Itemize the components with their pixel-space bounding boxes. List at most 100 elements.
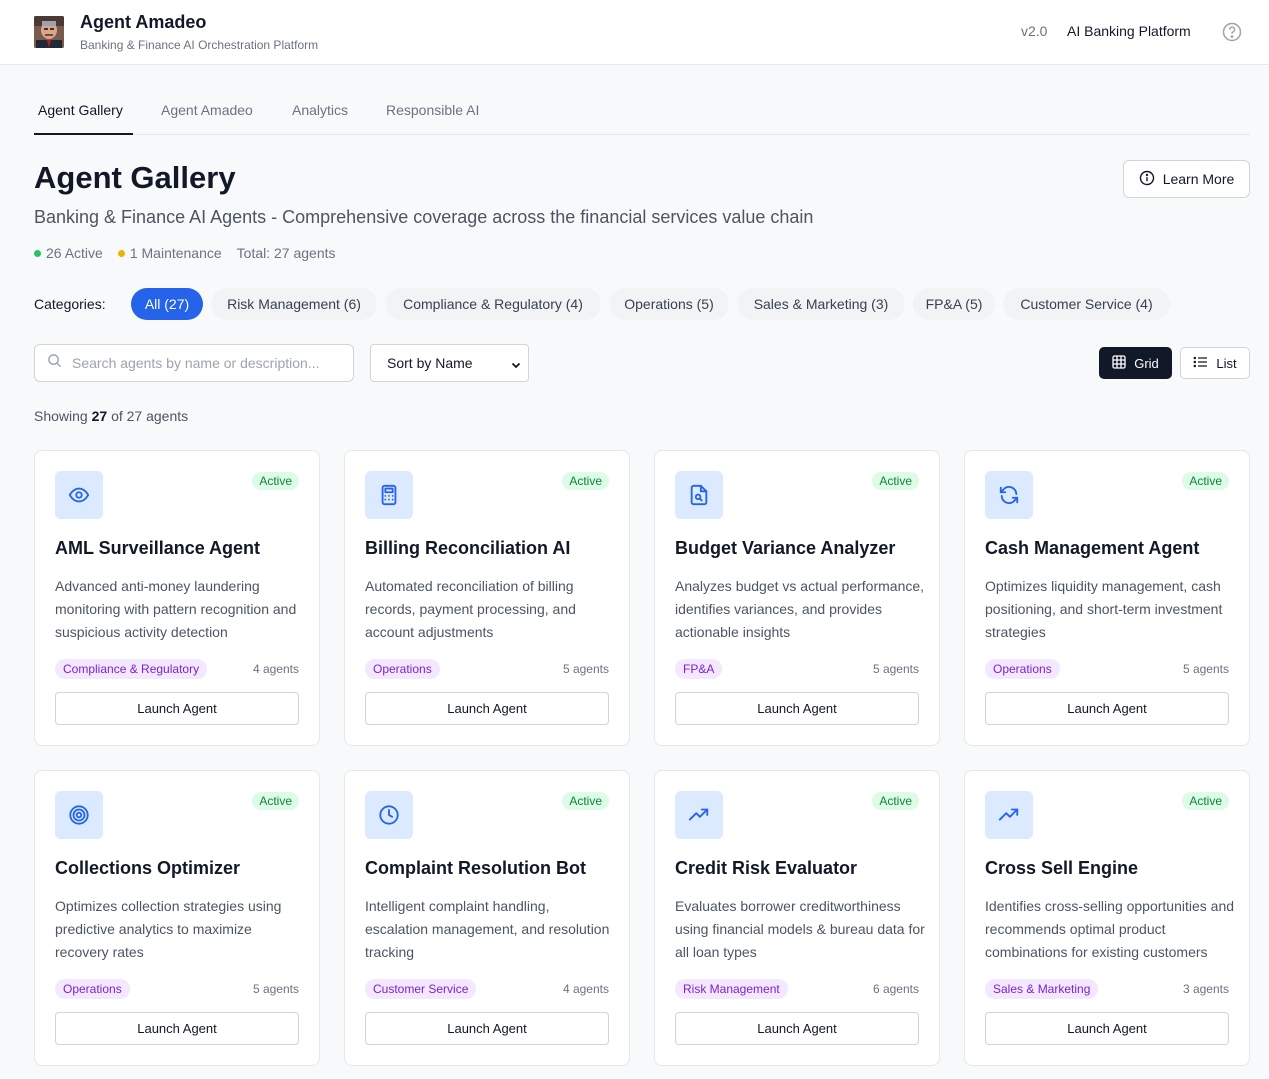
category-badge: Operations bbox=[55, 979, 130, 999]
launch-agent-button[interactable]: Launch Agent bbox=[365, 692, 609, 725]
agent-description: Intelligent complaint handling, escalati… bbox=[365, 898, 610, 960]
file-search-icon bbox=[675, 471, 723, 519]
grid-view-button[interactable]: Grid bbox=[1099, 347, 1172, 379]
avatar bbox=[34, 16, 64, 48]
agent-count: 6 agents bbox=[872, 982, 919, 996]
agent-count: 5 agents bbox=[1182, 662, 1229, 676]
agent-description: Identifies cross-selling opportunities a… bbox=[985, 898, 1235, 960]
status-badge: Active bbox=[562, 472, 609, 490]
launch-agent-button[interactable]: Launch Agent bbox=[55, 692, 299, 725]
agent-count: 4 agents bbox=[252, 662, 299, 676]
status-badge: Active bbox=[872, 792, 919, 810]
target-icon bbox=[55, 791, 103, 839]
agent-name: Complaint Resolution Bot bbox=[365, 858, 586, 878]
agent-description: Advanced anti-money laundering monitorin… bbox=[55, 578, 297, 640]
platform-label: AI Banking Platform bbox=[1067, 23, 1191, 39]
agent-name: Budget Variance Analyzer bbox=[675, 538, 896, 558]
agent-name: Collections Optimizer bbox=[55, 858, 241, 878]
agent-name: Cash Management Agent bbox=[985, 538, 1200, 558]
launch-agent-button[interactable]: Launch Agent bbox=[985, 1012, 1229, 1045]
launch-agent-button[interactable]: Launch Agent bbox=[55, 1012, 299, 1045]
agent-description: Evaluates borrower creditworthiness usin… bbox=[675, 898, 925, 960]
category-chip-fpa[interactable]: FP&A (5) bbox=[913, 288, 995, 320]
category-badge: Compliance & Regulatory bbox=[55, 659, 208, 679]
status-badge: Active bbox=[872, 472, 919, 490]
active-count: 26 Active bbox=[46, 245, 103, 261]
agent-card: Active Collections Optimizer Optimizes c… bbox=[34, 770, 320, 1066]
trending-up-icon bbox=[985, 791, 1033, 839]
info-icon bbox=[1139, 170, 1155, 189]
category-chip-all[interactable]: All (27) bbox=[131, 288, 203, 320]
agent-card: Active Budget Variance Analyzer Analyzes… bbox=[654, 450, 940, 746]
status-badge: Active bbox=[252, 472, 299, 490]
tab-responsible-ai[interactable]: Responsible AI bbox=[386, 102, 479, 135]
agent-stats: 26 Active 1 Maintenance Total: 27 agents bbox=[34, 245, 336, 261]
showing-suffix: of 27 agents bbox=[111, 408, 189, 424]
list-view-label: List bbox=[1216, 355, 1237, 371]
active-stat: 26 Active bbox=[34, 245, 103, 261]
agent-name: AML Surveillance Agent bbox=[55, 538, 261, 558]
search-input[interactable] bbox=[72, 355, 332, 371]
clock-icon bbox=[365, 791, 413, 839]
category-badge: Operations bbox=[985, 659, 1060, 679]
agent-description: Optimizes collection strategies using pr… bbox=[55, 898, 282, 960]
status-badge: Active bbox=[1182, 472, 1229, 490]
agent-card: Active Billing Reconciliation AI Automat… bbox=[344, 450, 630, 746]
categories-label: Categories: bbox=[34, 296, 106, 312]
category-chip-sales-marketing[interactable]: Sales & Marketing (3) bbox=[737, 288, 905, 320]
category-badge: Operations bbox=[365, 659, 440, 679]
agent-name: Billing Reconciliation AI bbox=[365, 538, 571, 558]
agent-name: Credit Risk Evaluator bbox=[675, 858, 858, 878]
category-badge: Sales & Marketing bbox=[985, 979, 1099, 999]
agent-card: Active Cross Sell Engine Identifies cros… bbox=[964, 770, 1250, 1066]
showing-prefix: Showing bbox=[34, 408, 88, 424]
launch-agent-button[interactable]: Launch Agent bbox=[985, 692, 1229, 725]
category-badge: Risk Management bbox=[675, 979, 788, 999]
learn-more-button[interactable]: Learn More bbox=[1123, 160, 1250, 198]
trending-up-icon bbox=[675, 791, 723, 839]
category-chip-compliance[interactable]: Compliance & Regulatory (4) bbox=[385, 288, 601, 320]
status-badge: Active bbox=[1182, 792, 1229, 810]
search-icon bbox=[47, 353, 62, 373]
agent-description: Automated reconciliation of billing reco… bbox=[365, 578, 576, 640]
showing-count: Showing 27 of 27 agents bbox=[34, 408, 188, 424]
grid-view-label: Grid bbox=[1134, 355, 1159, 371]
category-chip-customer-service[interactable]: Customer Service (4) bbox=[1003, 288, 1170, 320]
agent-name: Cross Sell Engine bbox=[985, 858, 1139, 878]
maintenance-count: 1 Maintenance bbox=[129, 245, 222, 261]
learn-more-label: Learn More bbox=[1162, 171, 1235, 187]
maintenance-stat: 1 Maintenance bbox=[117, 245, 222, 261]
page-description: Banking & Finance AI Agents - Comprehens… bbox=[34, 207, 814, 227]
tab-agent-gallery[interactable]: Agent Gallery bbox=[34, 102, 133, 135]
agent-count: 5 agents bbox=[252, 982, 299, 996]
total-count: Total: 27 agents bbox=[236, 245, 336, 261]
tab-analytics[interactable]: Analytics bbox=[292, 102, 348, 135]
agent-count: 5 agents bbox=[872, 662, 919, 676]
agent-count: 5 agents bbox=[562, 662, 609, 676]
grid-icon bbox=[1112, 354, 1126, 372]
agent-card: Active Cash Management Agent Optimizes l… bbox=[964, 450, 1250, 746]
launch-agent-button[interactable]: Launch Agent bbox=[675, 1012, 919, 1045]
maintenance-dot-icon bbox=[117, 249, 125, 257]
calculator-icon bbox=[365, 471, 413, 519]
agent-card: Active Credit Risk Evaluator Evaluates b… bbox=[654, 770, 940, 1066]
category-badge: Customer Service bbox=[365, 979, 477, 999]
category-chip-risk-management[interactable]: Risk Management (6) bbox=[211, 288, 377, 320]
agent-count: 4 agents bbox=[562, 982, 609, 996]
page-title: Agent Gallery bbox=[34, 160, 236, 195]
eye-icon bbox=[55, 471, 103, 519]
status-badge: Active bbox=[252, 792, 299, 810]
chevron-down-icon bbox=[510, 358, 522, 374]
category-chip-operations[interactable]: Operations (5) bbox=[609, 288, 729, 320]
launch-agent-button[interactable]: Launch Agent bbox=[365, 1012, 609, 1045]
sort-select[interactable]: Sort by Name bbox=[370, 344, 529, 382]
launch-agent-button[interactable]: Launch Agent bbox=[675, 692, 919, 725]
version-label: v2.0 bbox=[1021, 23, 1048, 39]
agent-count: 3 agents bbox=[1182, 982, 1229, 996]
agent-description: Optimizes liquidity management, cash pos… bbox=[985, 578, 1223, 640]
app-title: Agent Amadeo bbox=[80, 12, 207, 32]
list-view-button[interactable]: List bbox=[1180, 347, 1250, 379]
tab-agent-amadeo[interactable]: Agent Amadeo bbox=[161, 102, 253, 135]
help-icon[interactable] bbox=[1222, 22, 1242, 42]
agent-description: Analyzes budget vs actual performance, i… bbox=[675, 578, 925, 640]
